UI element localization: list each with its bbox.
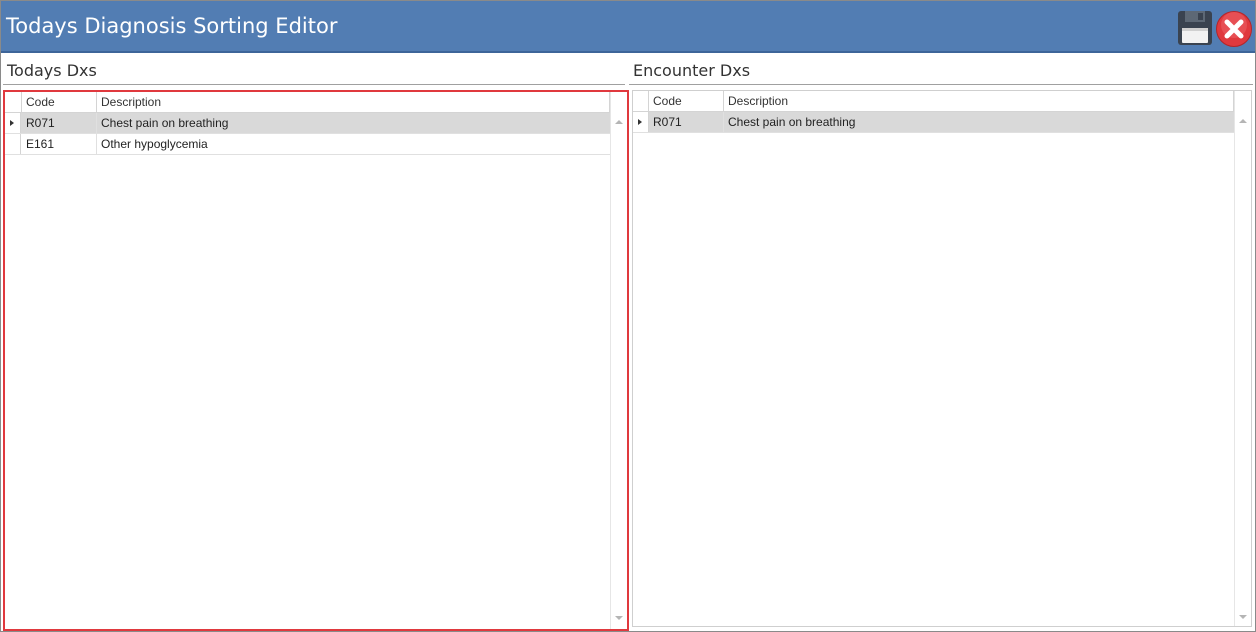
encounter-row-header-corner: [633, 91, 649, 111]
encounter-grid-header: Code Description: [633, 91, 1234, 112]
encounter-col-description[interactable]: Description: [724, 91, 1234, 111]
encounter-dxs-title: Encounter Dxs: [633, 61, 751, 80]
todays-grid-header: Code Description: [5, 92, 610, 113]
todays-cell-code[interactable]: E161: [22, 134, 97, 154]
row-selector[interactable]: [5, 134, 21, 154]
close-x-icon: [1216, 11, 1252, 47]
todays-vertical-scrollbar[interactable]: [610, 92, 627, 629]
encounter-dxs-grid[interactable]: Code Description R071 Chest pain on brea…: [632, 90, 1252, 627]
save-button[interactable]: [1176, 10, 1214, 46]
floppy-disk-icon: [1178, 11, 1212, 45]
title-bar: Todays Diagnosis Sorting Editor: [1, 1, 1255, 53]
window-title: Todays Diagnosis Sorting Editor: [6, 14, 338, 38]
editor-window: Todays Diagnosis Sorting Editor Todays D…: [0, 0, 1256, 632]
table-row[interactable]: E161 Other hypoglycemia: [5, 134, 610, 155]
scroll-down-icon[interactable]: [1239, 615, 1247, 619]
current-row-arrow-icon: [638, 119, 642, 125]
todays-cell-code[interactable]: R071: [22, 113, 97, 133]
todays-divider: [3, 84, 625, 85]
scroll-up-icon[interactable]: [615, 120, 623, 124]
scroll-down-icon[interactable]: [615, 616, 623, 620]
todays-dxs-grid[interactable]: Code Description R071 Chest pain on brea…: [3, 90, 629, 631]
table-row[interactable]: R071 Chest pain on breathing: [5, 113, 610, 134]
encounter-col-code[interactable]: Code: [649, 91, 724, 111]
todays-cell-description[interactable]: Chest pain on breathing: [97, 113, 610, 133]
close-button[interactable]: [1215, 10, 1253, 48]
row-selector[interactable]: [5, 113, 21, 133]
todays-cell-description[interactable]: Other hypoglycemia: [97, 134, 610, 154]
encounter-vertical-scrollbar[interactable]: [1234, 91, 1251, 626]
todays-dxs-title: Todays Dxs: [7, 61, 97, 80]
encounter-divider: [629, 84, 1253, 85]
todays-col-description[interactable]: Description: [97, 92, 610, 112]
row-selector[interactable]: [633, 112, 649, 132]
todays-col-code[interactable]: Code: [22, 92, 97, 112]
scroll-up-icon[interactable]: [1239, 119, 1247, 123]
table-row[interactable]: R071 Chest pain on breathing: [633, 112, 1234, 133]
encounter-cell-description[interactable]: Chest pain on breathing: [724, 112, 1234, 132]
current-row-arrow-icon: [10, 120, 14, 126]
encounter-cell-code[interactable]: R071: [649, 112, 724, 132]
todays-row-header-corner: [5, 92, 22, 112]
